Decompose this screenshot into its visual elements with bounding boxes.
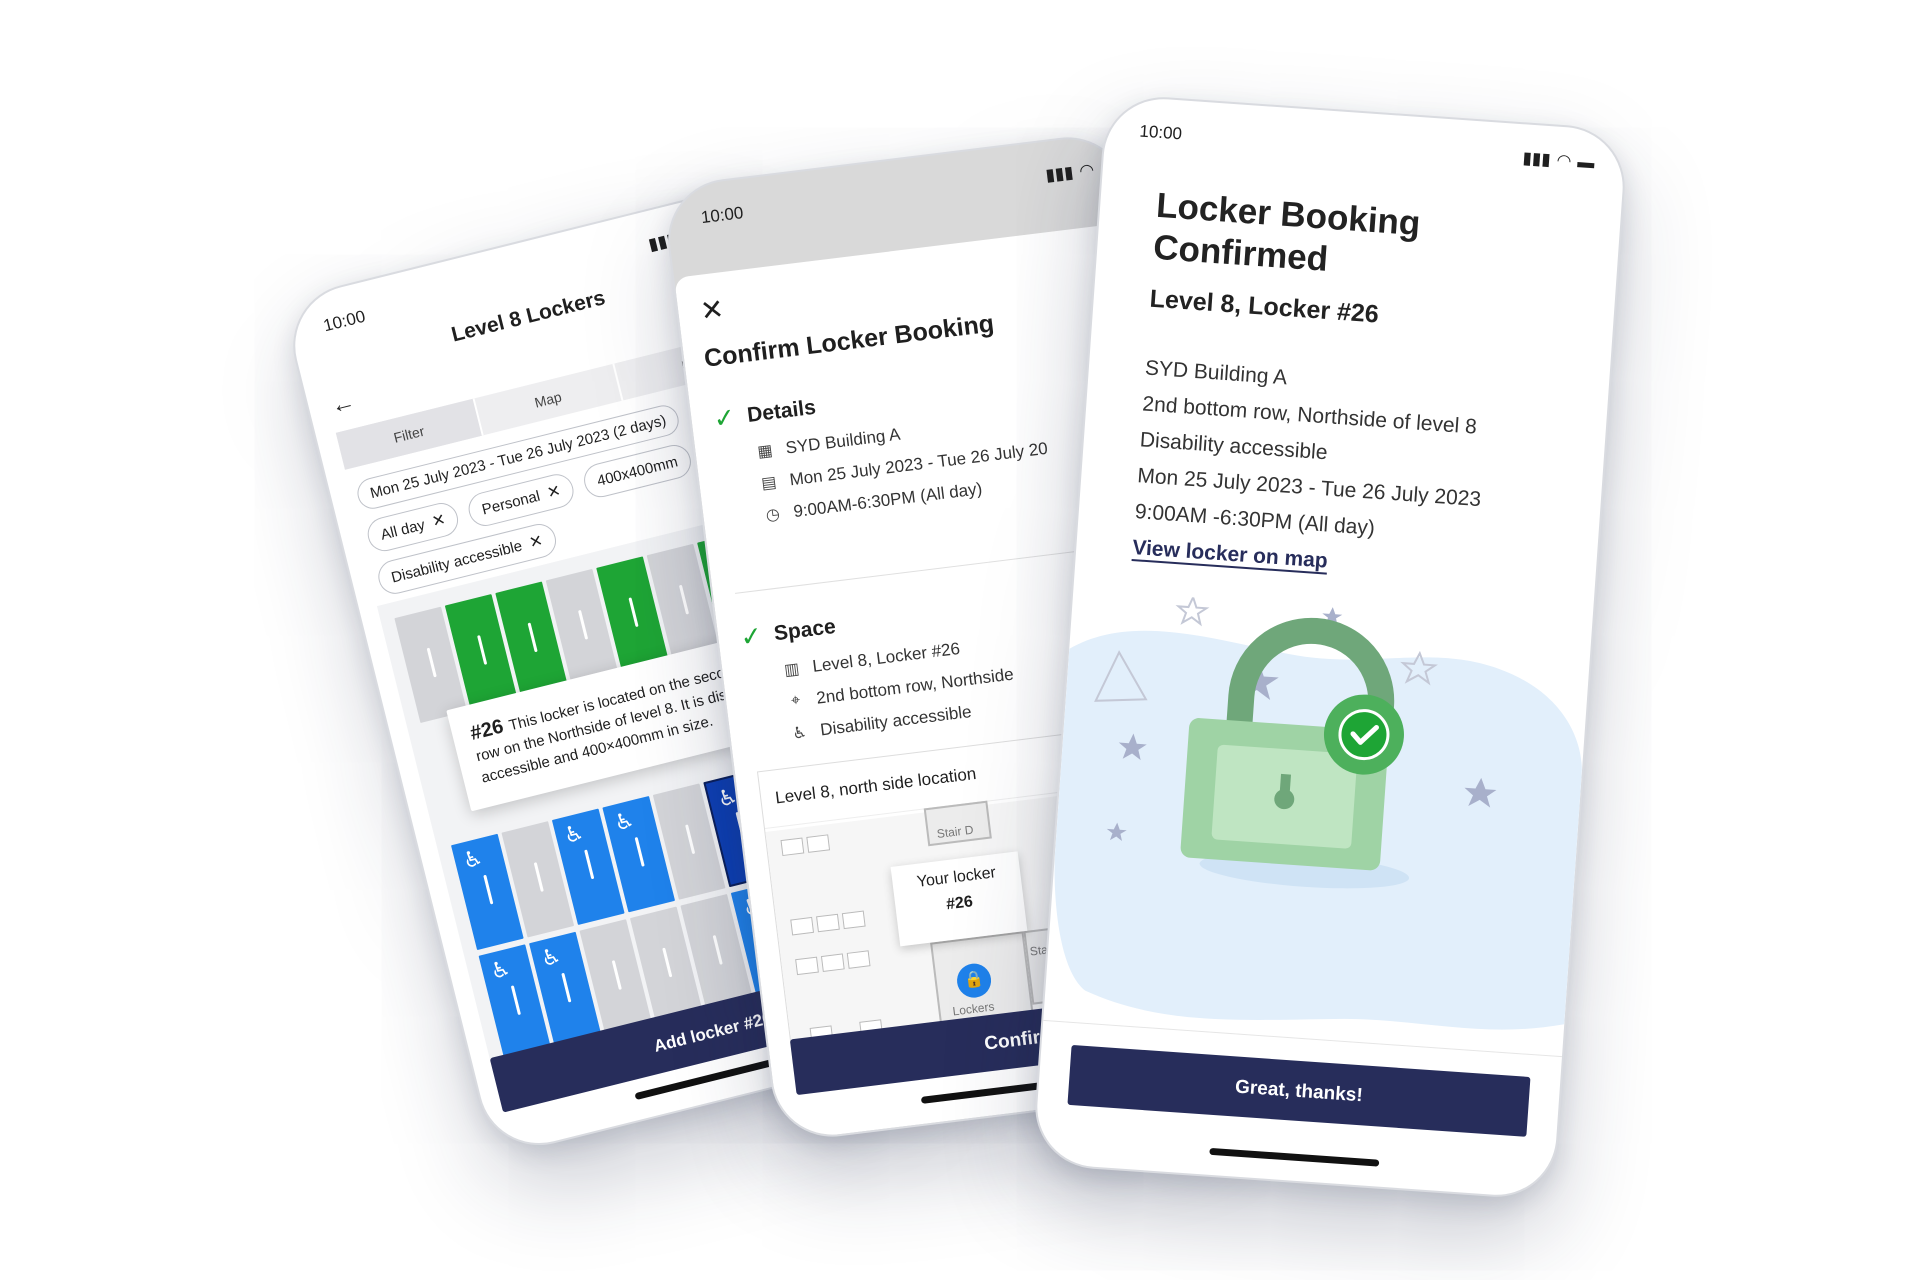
battery-icon: ▬: [1576, 152, 1596, 173]
status-time: 10:00: [699, 203, 745, 228]
space-accessible: Disability accessible: [819, 702, 973, 740]
close-icon[interactable]: ✕: [527, 530, 545, 553]
detail-building: SYD Building A: [784, 424, 902, 458]
callout-label: Your locker: [915, 864, 997, 891]
space-heading: Space: [772, 614, 837, 645]
checkmark-icon: ✓: [711, 401, 738, 435]
desk: [816, 913, 840, 933]
desk: [795, 956, 819, 976]
great-thanks-button[interactable]: Great, thanks!: [1067, 1044, 1531, 1137]
lock-confirmed-illustration: [1054, 594, 1582, 1030]
desk: [790, 916, 815, 936]
booking-details: SYD Building A 2nd bottom row, Northside…: [1134, 350, 1490, 554]
location-pin-icon: ⌖: [790, 691, 802, 710]
chip-label: All day: [378, 515, 427, 544]
calendar-icon: ▤: [760, 474, 778, 493]
close-icon[interactable]: ✕: [698, 292, 726, 328]
clock-icon: ◷: [764, 505, 781, 525]
signal-icon: ▮▮▮: [1522, 148, 1552, 170]
star-outline-icon: [1175, 594, 1210, 627]
back-arrow-icon[interactable]: ←: [328, 388, 358, 421]
page-title: Confirm Locker Booking: [702, 309, 996, 373]
close-icon[interactable]: ✕: [430, 509, 448, 532]
accessibility-icon: ♿: [460, 844, 486, 874]
status-time: 10:00: [1138, 121, 1183, 144]
page-title: Locker Booking Confirmed: [1152, 185, 1422, 279]
status-bar: 10:00 ▮▮▮ ◠ ▬: [1104, 95, 1627, 191]
wifi-icon: ◠: [1078, 160, 1096, 181]
page-subtitle: Level 8, Locker #26: [1148, 284, 1380, 329]
close-icon[interactable]: ✕: [545, 481, 563, 504]
tooltip-locker-id: #26: [468, 715, 506, 745]
accessibility-icon: ♿: [487, 955, 513, 985]
desk: [846, 950, 871, 969]
keyhole-slot: [1279, 773, 1292, 800]
details-heading: Details: [745, 395, 818, 427]
accessibility-icon: ♿: [538, 942, 564, 972]
accessibility-icon: ♿: [611, 806, 637, 836]
your-locker-callout: Your locker #26: [890, 851, 1028, 947]
locker-icon: ▥: [783, 660, 801, 680]
building-icon: ▦: [756, 442, 774, 462]
check-circle-icon: [1338, 709, 1390, 761]
home-indicator: [1209, 1147, 1380, 1167]
accessibility-icon: ♿: [791, 724, 808, 743]
signal-icon: ▮▮▮: [1044, 162, 1075, 185]
accessibility-icon: ♿: [561, 819, 587, 849]
desk: [806, 834, 831, 853]
desk: [820, 953, 845, 972]
status-time: 10:00: [321, 306, 368, 336]
chip-label: Personal: [480, 487, 542, 519]
space-locker: Level 8, Locker #26: [811, 638, 962, 676]
chip-label: 400x400mm: [595, 452, 680, 490]
checkmark-icon: ✓: [738, 619, 764, 653]
callout-number: #26: [945, 893, 974, 914]
desk: [780, 837, 805, 857]
desk: [841, 910, 866, 930]
wifi-icon: ◠: [1556, 150, 1573, 171]
phone-booking-confirmed: 10:00 ▮▮▮ ◠ ▬ Locker Booking Confirmed L…: [1031, 93, 1629, 1201]
